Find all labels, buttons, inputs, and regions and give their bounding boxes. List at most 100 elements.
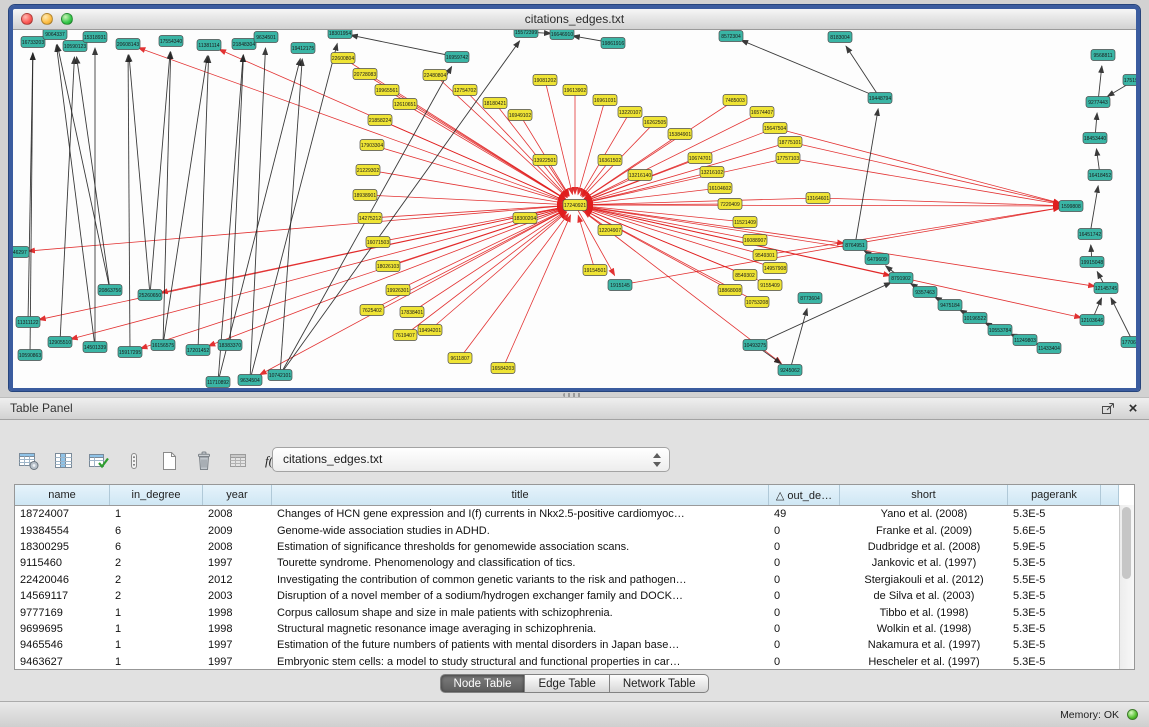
column-header-in_degree[interactable]: in_degree: [110, 485, 203, 505]
network-canvas[interactable]: 1673320390643371059012315318931206081431…: [13, 30, 1136, 388]
graph-node[interactable]: 14957908: [763, 263, 787, 274]
graph-node[interactable]: 9064337: [43, 30, 67, 40]
tab-network-table[interactable]: Network Table: [610, 674, 710, 693]
column-header-name[interactable]: name: [15, 485, 110, 505]
scrollbar-thumb[interactable]: [1122, 507, 1131, 579]
graph-node[interactable]: 20728083: [353, 69, 377, 80]
table-row[interactable]: 946554611997Estimation of the future num…: [15, 637, 1119, 653]
graph-node[interactable]: 18026103: [376, 261, 400, 272]
graph-node[interactable]: 16262505: [643, 117, 667, 128]
graph-node[interactable]: 16733203: [21, 37, 45, 48]
graph-node[interactable]: 10493275: [743, 340, 767, 351]
new-document-icon[interactable]: [156, 447, 182, 475]
graph-node[interactable]: 16104602: [708, 183, 732, 194]
graph-node[interactable]: 8183004: [828, 32, 852, 43]
graph-node[interactable]: 7220409: [718, 199, 742, 210]
graph-node[interactable]: 21848304: [232, 39, 256, 50]
trash-icon[interactable]: [191, 447, 217, 475]
graph-node[interactable]: 9245062: [778, 365, 802, 376]
table-row[interactable]: 911546021997Tourette syndrome. Phenomeno…: [15, 555, 1119, 571]
graph-node[interactable]: 11710892: [206, 377, 230, 388]
graph-node[interactable]: 15384901: [668, 129, 692, 140]
graph-node[interactable]: 10196522: [963, 313, 987, 324]
graph-node[interactable]: 16574407: [750, 107, 774, 118]
graph-node[interactable]: 16088907: [743, 235, 767, 246]
window-minimize-button[interactable]: [41, 13, 53, 25]
graph-node[interactable]: 10674701: [688, 153, 712, 164]
graph-node[interactable]: 15318931: [83, 32, 107, 43]
column-header-short[interactable]: short: [840, 485, 1008, 505]
graph-node[interactable]: 18868008: [718, 285, 742, 296]
graph-node[interactable]: 17554340: [159, 36, 183, 47]
graph-node[interactable]: 11381114: [197, 40, 221, 51]
table-row[interactable]: 1830029562008Estimation of significance …: [15, 539, 1119, 555]
table-row[interactable]: 946362711997Embryonic stem cells: a mode…: [15, 654, 1119, 670]
graph-node[interactable]: 11433404: [1037, 343, 1061, 354]
graph-node[interactable]: 6479609: [865, 254, 889, 265]
column-header-year[interactable]: year: [203, 485, 272, 505]
graph-node[interactable]: 16949102: [508, 110, 532, 121]
graph-node[interactable]: 9634504: [238, 375, 262, 386]
graph-node[interactable]: 9475184: [938, 300, 962, 311]
graph-node[interactable]: 1599808: [1059, 201, 1083, 212]
graph-node[interactable]: 18775101: [778, 137, 802, 148]
graph-node[interactable]: 8764951: [843, 240, 867, 251]
graph-node[interactable]: 9357463: [913, 287, 937, 298]
row-selector-icon[interactable]: [121, 447, 147, 475]
column-header-pagerank[interactable]: pagerank: [1008, 485, 1101, 505]
table-scrollbar[interactable]: [1119, 505, 1134, 669]
graph-node[interactable]: 9155409: [758, 280, 782, 291]
graph-node[interactable]: 13216140: [628, 170, 652, 181]
graph-node[interactable]: 11311122: [16, 317, 40, 328]
graph-node[interactable]: 18180421: [483, 98, 507, 109]
window-close-button[interactable]: [21, 13, 33, 25]
network-view[interactable]: 1673320390643371059012315318931206081431…: [13, 30, 1136, 388]
graph-node[interactable]: 16959742: [445, 52, 469, 63]
graph-node[interactable]: 17706904: [1121, 337, 1136, 348]
column-chooser-icon[interactable]: [51, 447, 77, 475]
graph-node[interactable]: 22480804: [423, 70, 447, 81]
graph-node[interactable]: 9611807: [448, 353, 472, 364]
graph-node[interactable]: 10553784: [988, 325, 1012, 336]
graph-node[interactable]: 13220107: [618, 107, 642, 118]
graph-node[interactable]: 16418452: [1088, 170, 1112, 181]
graph-node[interactable]: 13922501: [533, 155, 557, 166]
graph-node[interactable]: 10742101: [268, 370, 292, 381]
graph-node[interactable]: 25260650: [138, 290, 162, 301]
graph-node[interactable]: 11249803: [1013, 335, 1037, 346]
graph-node[interactable]: 7619407: [393, 330, 417, 341]
graph-node[interactable]: 12103646: [1080, 315, 1104, 326]
graph-node[interactable]: 8791902: [889, 273, 913, 284]
graph-node[interactable]: 10590863: [18, 350, 42, 361]
graph-node[interactable]: 8572304: [719, 31, 743, 42]
graph-node[interactable]: 19412175: [291, 43, 315, 54]
graph-node[interactable]: 18301954: [328, 30, 352, 39]
graph-node[interactable]: 15572399: [514, 30, 538, 38]
graph-node[interactable]: 16584203: [491, 363, 515, 374]
graph-node[interactable]: 15647504: [763, 123, 787, 134]
graph-node[interactable]: 19448794: [868, 93, 892, 104]
graph-node[interactable]: 19494201: [418, 325, 442, 336]
graph-node[interactable]: 1915145: [608, 280, 632, 291]
graph-node[interactable]: 20863756: [98, 285, 122, 296]
table-row[interactable]: 2242004622012Investigating the contribut…: [15, 572, 1119, 588]
graph-node[interactable]: 18383370: [218, 340, 242, 351]
graph-node[interactable]: 17201452: [186, 345, 210, 356]
graph-node[interactable]: 7485003: [723, 95, 747, 106]
graph-node[interactable]: 18453440: [1083, 133, 1107, 144]
graph-node[interactable]: 12204907: [598, 225, 622, 236]
window-zoom-button[interactable]: [61, 13, 73, 25]
graph-node[interactable]: 8549302: [733, 270, 757, 281]
graph-node[interactable]: 17240921: [563, 200, 587, 211]
graph-node[interactable]: 15917295: [118, 347, 142, 358]
graph-node[interactable]: 12610651: [393, 99, 417, 110]
graph-node[interactable]: 17838401: [400, 307, 424, 318]
graph-node[interactable]: 19861916: [601, 38, 625, 49]
graph-node[interactable]: 18938901: [353, 190, 377, 201]
graph-node[interactable]: 16646910: [550, 30, 574, 40]
graph-node[interactable]: 19965561: [375, 85, 399, 96]
graph-node[interactable]: 17757103: [776, 153, 800, 164]
graph-node[interactable]: 10753208: [745, 297, 769, 308]
graph-node[interactable]: 13216102: [700, 167, 724, 178]
float-panel-icon[interactable]: [1100, 401, 1116, 417]
